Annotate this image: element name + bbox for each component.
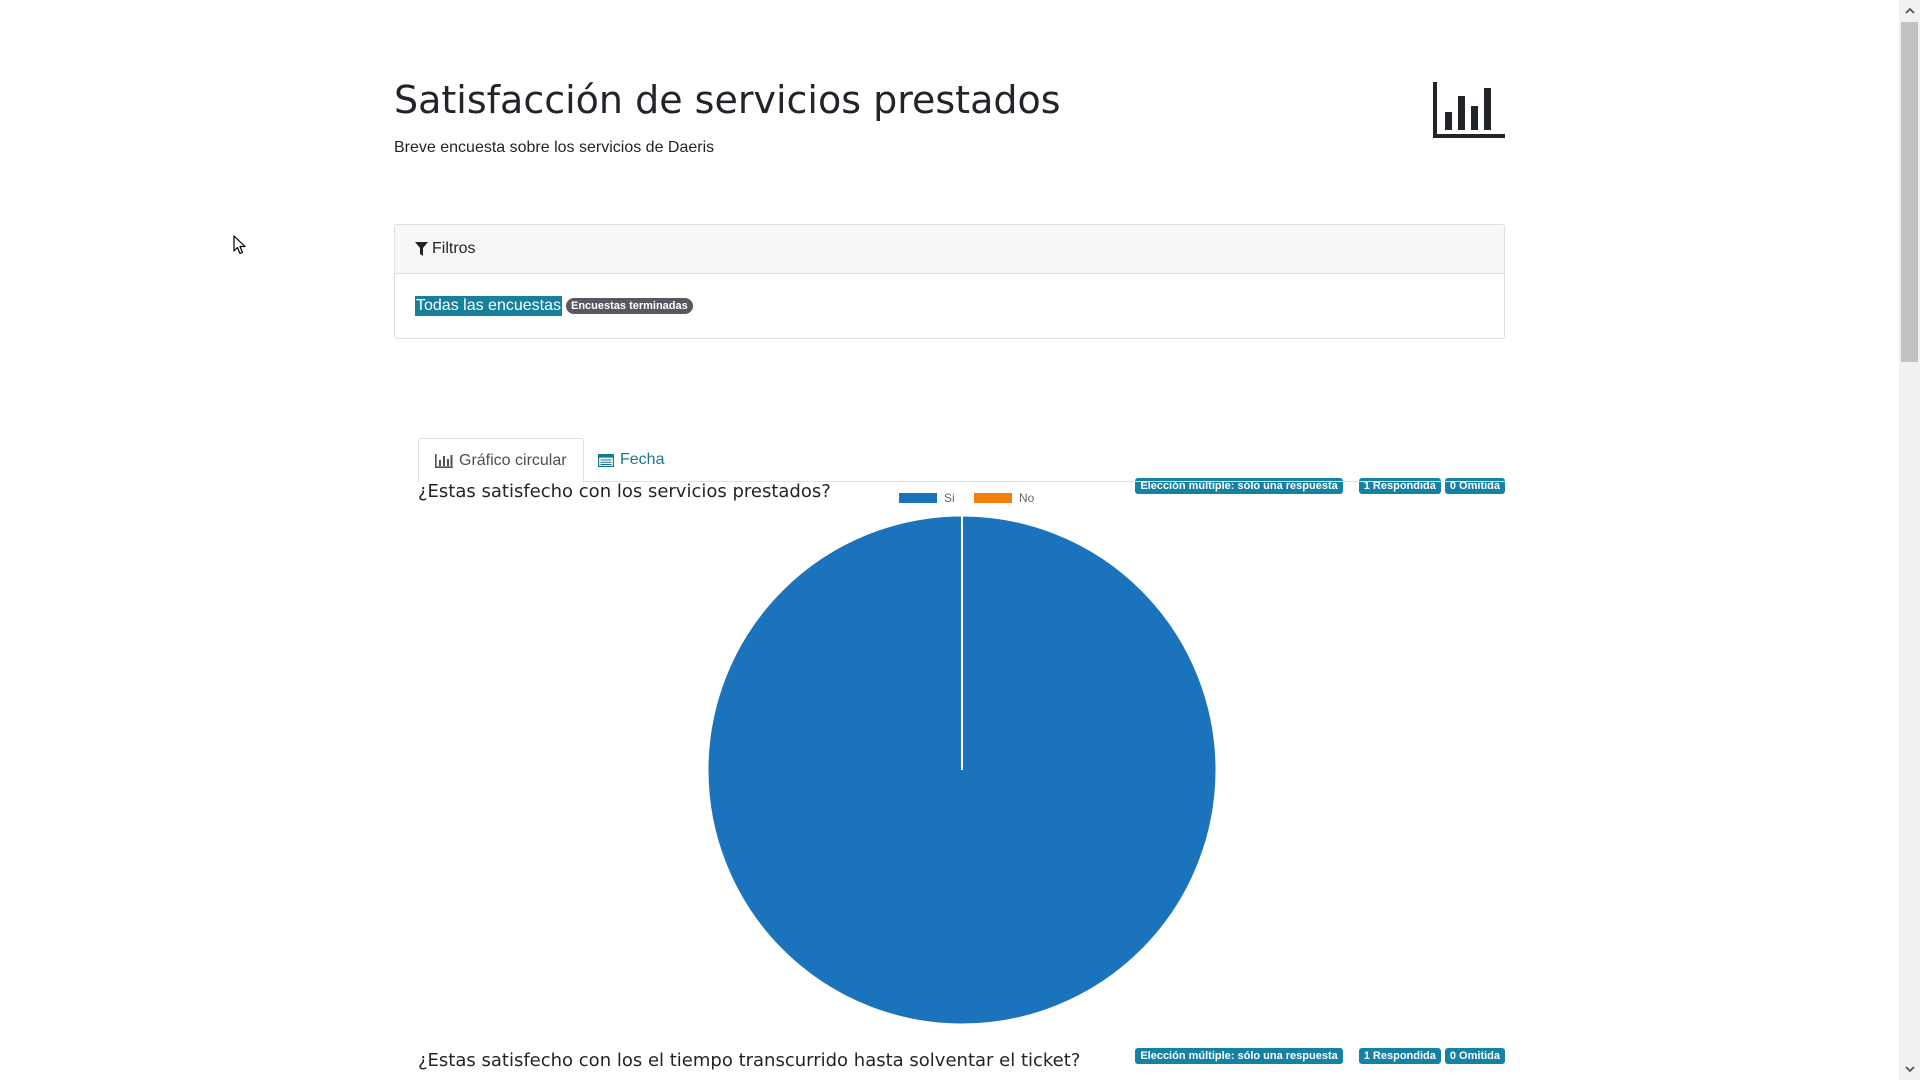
tab-label: Fecha: [620, 451, 665, 468]
pie-chart: Si No: [707, 491, 1217, 1025]
scrollbar-thumb[interactable]: [1901, 22, 1918, 362]
answered-badge: 1 Respondida: [1358, 1048, 1441, 1064]
filter-title: Filtros: [432, 240, 476, 257]
vertical-scrollbar[interactable]: [1899, 0, 1920, 1080]
question-badges: Elección múltiple: sólo una respuesta 1 …: [1135, 1048, 1505, 1064]
filter-all-surveys[interactable]: Todas las encuestas: [415, 296, 562, 316]
scroll-up-arrow-icon[interactable]: [1899, 0, 1920, 21]
bar-chart-icon: [1433, 82, 1505, 138]
mouse-cursor-icon: [233, 235, 246, 255]
question-type-badge: Elección múltiple: sólo una respuesta: [1135, 1048, 1343, 1064]
bar-chart-icon: [435, 453, 453, 468]
scroll-down-arrow-icon[interactable]: [1899, 1059, 1920, 1080]
page-subtitle: Breve encuesta sobre los servicios de Da…: [394, 139, 715, 156]
legend-swatch[interactable]: [899, 493, 937, 503]
tab-label: Gráfico circular: [459, 451, 567, 469]
main-container: Satisfacción de servicios prestados Brev…: [394, 0, 1505, 1025]
page: Satisfacción de servicios prestados Brev…: [0, 0, 1920, 1080]
tab-date[interactable]: Fecha: [582, 438, 680, 482]
legend-label: No: [1019, 491, 1035, 505]
tab-pie-chart[interactable]: Gráfico circular: [418, 438, 584, 483]
chart-legend: Si No: [899, 491, 1035, 505]
filter-card-body: Todas las encuestas Encuestas terminadas: [395, 274, 1504, 338]
legend-swatch[interactable]: [974, 493, 1012, 503]
chart-tabs: Gráfico circular Fecha: [418, 438, 1505, 483]
table-icon: [598, 453, 614, 467]
funnel-icon: [415, 242, 428, 256]
filter-completed-surveys[interactable]: Encuestas terminadas: [565, 298, 693, 314]
page-title: Satisfacción de servicios prestados: [394, 78, 1061, 122]
skipped-badge: 0 Omitida: [1444, 1048, 1505, 1064]
filter-card: Filtros Todas las encuestas Encuestas te…: [394, 224, 1505, 339]
filter-card-header: Filtros: [395, 225, 1504, 274]
legend-label: Si: [944, 491, 955, 505]
survey-header: Satisfacción de servicios prestados Brev…: [394, 0, 1505, 224]
question-title: ¿Estas satisfecho con los el tiempo tran…: [418, 1050, 1081, 1071]
